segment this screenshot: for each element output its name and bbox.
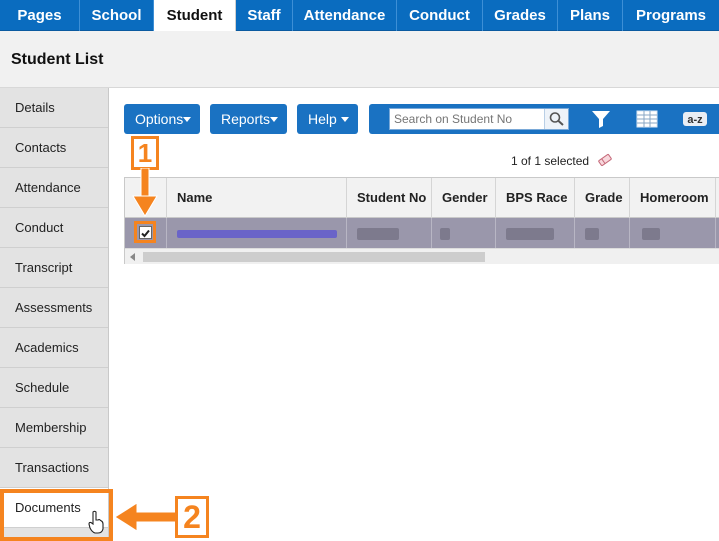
student-no-cell xyxy=(347,218,432,248)
sidebar-item-attendance[interactable]: Attendance xyxy=(0,168,108,208)
column-name[interactable]: Name xyxy=(167,178,347,218)
sidebar-item-membership[interactable]: Membership xyxy=(0,408,108,448)
hand-cursor-icon xyxy=(88,510,104,534)
column-gender[interactable]: Gender xyxy=(432,178,496,218)
sort-az-label: a-z xyxy=(687,114,703,126)
selection-text: 1 of 1 selected xyxy=(511,154,590,168)
sidebar-item-contacts[interactable]: Contacts xyxy=(0,128,108,168)
page-header: Student List xyxy=(0,31,719,88)
table-row[interactable] xyxy=(125,218,719,248)
help-button[interactable]: Help xyxy=(297,104,358,134)
sort-az-icon[interactable]: a-z xyxy=(682,109,708,129)
selection-count: 1 of 1 selected xyxy=(511,153,614,168)
sidebar-item-conduct[interactable]: Conduct xyxy=(0,208,108,248)
student-grid: Name Student No Gender BPS Race Grade Ho… xyxy=(124,177,719,264)
sidebar-item-schedule[interactable]: Schedule xyxy=(0,368,108,408)
grid-view-icon[interactable] xyxy=(636,109,658,129)
tab-staff[interactable]: Staff xyxy=(236,0,293,31)
grid-header: Name Student No Gender BPS Race Grade Ho… xyxy=(125,178,719,218)
redacted-value xyxy=(506,228,554,240)
redacted-value xyxy=(440,228,450,240)
chevron-down-icon xyxy=(341,117,349,122)
redacted-value xyxy=(357,228,399,240)
tab-grades[interactable]: Grades xyxy=(483,0,558,31)
column-student-no[interactable]: Student No xyxy=(347,178,432,218)
arrow-down-icon xyxy=(132,168,158,217)
page-title: Student List xyxy=(11,51,104,68)
tab-student[interactable]: Student xyxy=(154,0,236,32)
chevron-down-icon xyxy=(183,117,191,122)
help-label: Help xyxy=(308,111,337,127)
sidebar-item-details[interactable]: Details xyxy=(0,88,108,128)
name-cell[interactable] xyxy=(167,218,347,248)
tab-programs[interactable]: Programs xyxy=(623,0,719,31)
arrow-left-icon xyxy=(114,502,178,532)
eraser-icon[interactable] xyxy=(596,153,614,167)
options-label: Options xyxy=(135,111,184,127)
homeroom-cell xyxy=(630,218,716,248)
redacted-value xyxy=(642,228,660,240)
search-box xyxy=(389,108,569,130)
filter-icon[interactable] xyxy=(590,109,612,129)
column-grade[interactable]: Grade xyxy=(575,178,630,218)
sidebar-item-transactions[interactable]: Transactions xyxy=(0,448,108,488)
tab-school[interactable]: School xyxy=(80,0,154,31)
scrollbar-thumb[interactable] xyxy=(143,252,485,262)
top-nav: Pages School Student Staff Attendance Co… xyxy=(0,0,719,32)
sidebar-item-transcript[interactable]: Transcript xyxy=(0,248,108,288)
column-bps-race[interactable]: BPS Race xyxy=(496,178,575,218)
chevron-down-icon xyxy=(270,117,278,122)
search-input[interactable] xyxy=(390,109,543,129)
tab-attendance[interactable]: Attendance xyxy=(293,0,397,31)
scroll-left-icon[interactable] xyxy=(130,253,135,261)
bps-race-cell xyxy=(496,218,575,248)
sidebar-item-academics[interactable]: Academics xyxy=(0,328,108,368)
gender-cell xyxy=(432,218,496,248)
callout-step-2: 2 xyxy=(175,496,209,538)
callout-step-1: 1 xyxy=(131,136,159,170)
reports-button[interactable]: Reports xyxy=(210,104,287,134)
tab-plans[interactable]: Plans xyxy=(558,0,623,31)
grade-cell xyxy=(575,218,630,248)
search-icon[interactable] xyxy=(544,109,568,129)
column-homeroom[interactable]: Homeroom xyxy=(630,178,716,218)
redacted-value xyxy=(585,228,599,240)
side-menu: Details Contacts Attendance Conduct Tran… xyxy=(0,88,109,541)
sidebar-item-assessments[interactable]: Assessments xyxy=(0,288,108,328)
tab-pages[interactable]: Pages xyxy=(0,0,80,31)
reports-label: Reports xyxy=(221,111,271,127)
options-button[interactable]: Options xyxy=(124,104,200,134)
horizontal-scrollbar[interactable] xyxy=(125,248,719,264)
checkbox-highlight xyxy=(134,221,156,243)
redacted-name[interactable] xyxy=(177,230,337,238)
tab-conduct[interactable]: Conduct xyxy=(397,0,483,31)
